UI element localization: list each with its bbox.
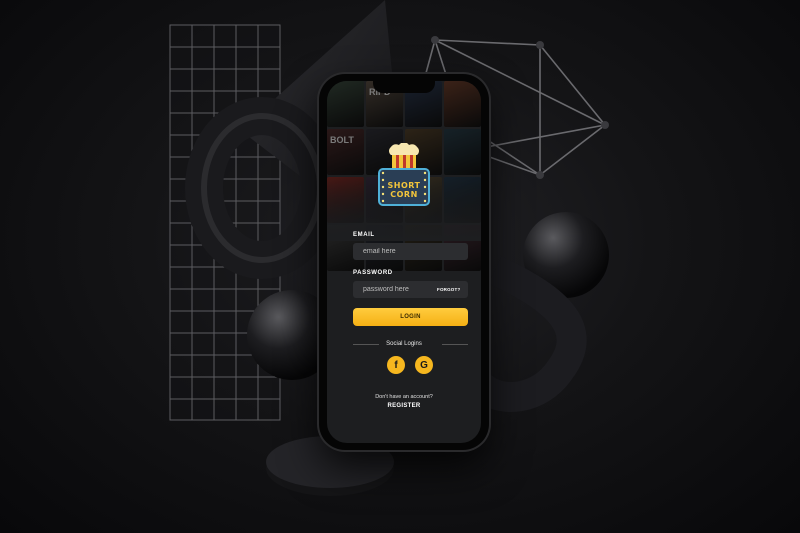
google-icon: G <box>420 359 428 371</box>
shortcorn-logo-icon <box>378 143 430 206</box>
register-link[interactable]: REGISTER <box>327 403 481 409</box>
no-account-text: Don't have an account? <box>375 394 433 400</box>
phone-notch <box>373 81 435 93</box>
poster-title: BOLT <box>330 135 354 145</box>
email-label: EMAIL <box>353 232 375 238</box>
movie-poster: BOLT <box>327 129 364 175</box>
movie-poster <box>327 81 364 127</box>
password-label: PASSWORD <box>353 270 393 276</box>
forgot-password-link[interactable]: FORGOT? <box>437 287 460 292</box>
login-button[interactable]: LOGIN <box>353 308 468 326</box>
logo-word-2: CORN <box>390 190 418 199</box>
logo-word-1: SHORT <box>387 181 421 190</box>
divider-right <box>442 344 468 345</box>
facebook-icon: f <box>394 359 398 371</box>
phone-mockup: RIPDBOLT SHORT CORN EMAIL PASSWOR <box>319 74 489 450</box>
email-field[interactable] <box>353 243 468 260</box>
app-screen: RIPDBOLT SHORT CORN EMAIL PASSWOR <box>327 81 481 443</box>
facebook-login-button[interactable]: f <box>387 356 405 374</box>
movie-poster <box>444 81 481 127</box>
movie-poster <box>444 129 481 175</box>
mockup-scene: RIPDBOLT SHORT CORN EMAIL PASSWOR <box>0 0 800 533</box>
google-login-button[interactable]: G <box>415 356 433 374</box>
app-logo-text: SHORT CORN <box>383 181 425 199</box>
